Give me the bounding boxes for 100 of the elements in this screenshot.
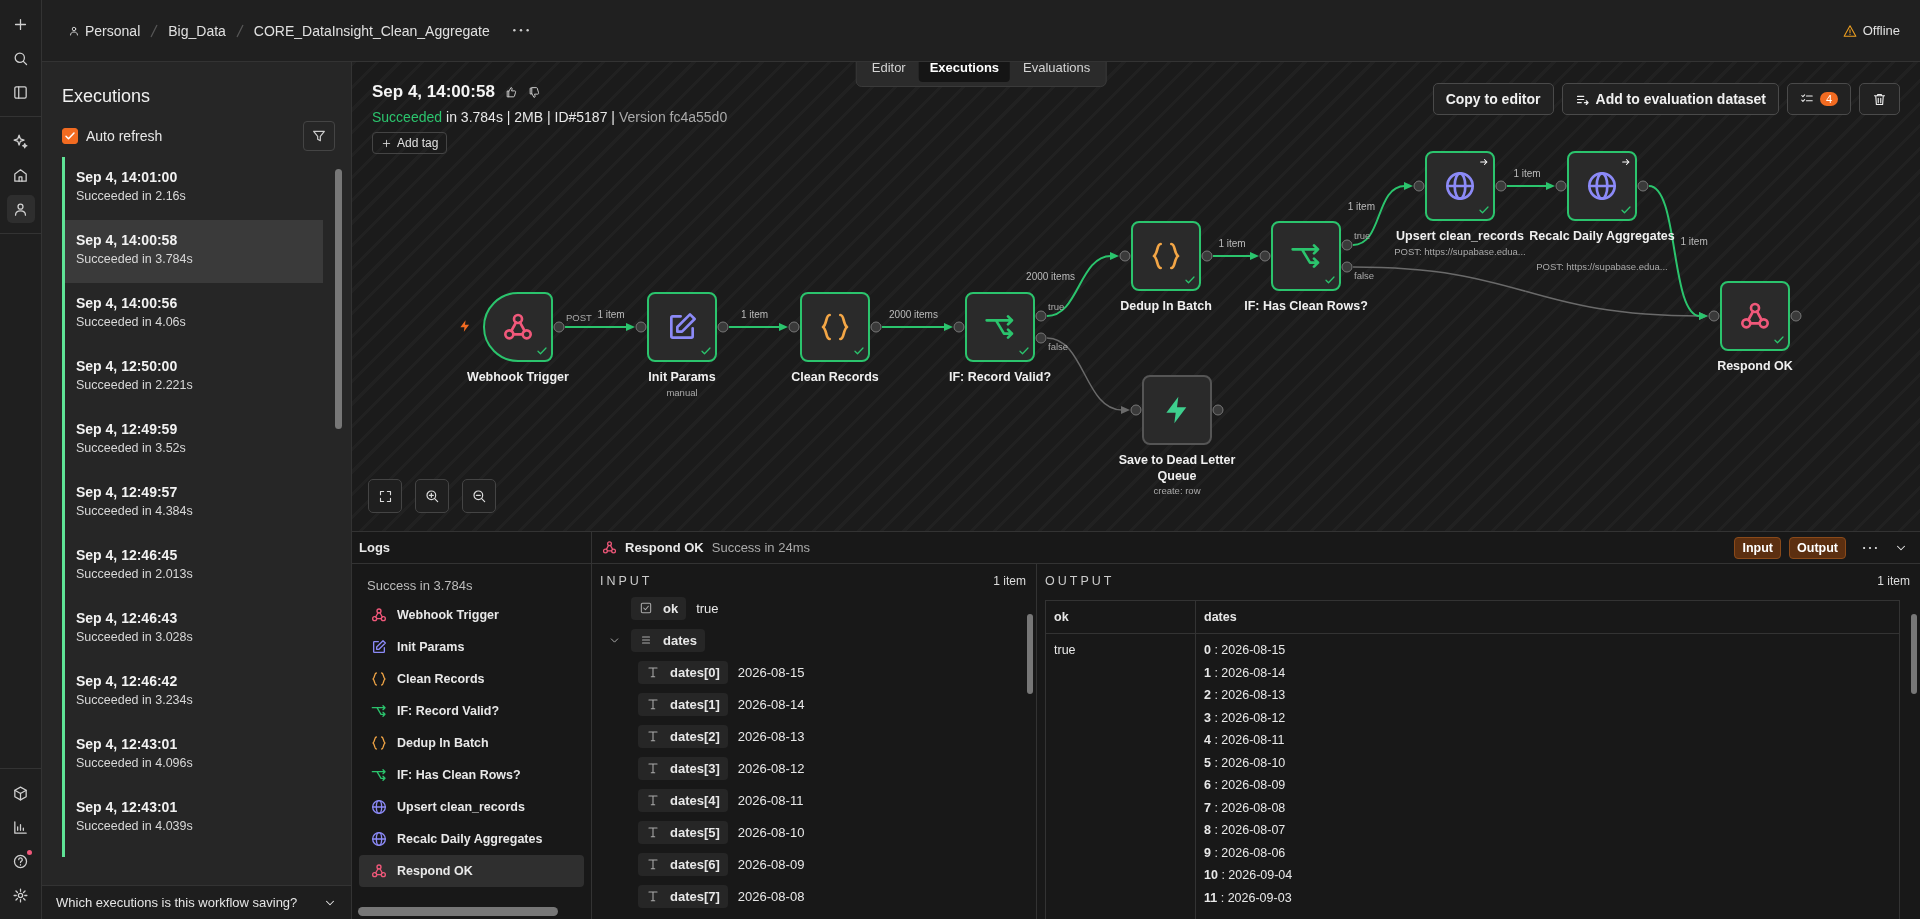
- connection-handle[interactable]: [1119, 250, 1131, 262]
- webhook-icon: [371, 607, 387, 623]
- connection-handle[interactable]: [1708, 310, 1720, 322]
- connection-handle[interactable]: [1637, 180, 1649, 192]
- settings-icon: [12, 886, 29, 904]
- execution-item[interactable]: Sep 4, 12:46:42 Succeeded in 3.234s: [65, 661, 323, 724]
- item-count: 1 item: [993, 574, 1026, 588]
- log-entry[interactable]: Upsert clean_records: [359, 791, 584, 823]
- log-entry[interactable]: IF: Record Valid?: [359, 695, 584, 727]
- connection-handle[interactable]: [717, 321, 729, 333]
- connection-handle[interactable]: [1035, 332, 1047, 344]
- connection-handle[interactable]: [1259, 250, 1271, 262]
- log-entry[interactable]: Dedup In Batch: [359, 727, 584, 759]
- workflow-node[interactable]: [1720, 281, 1790, 351]
- connection-handle[interactable]: [870, 321, 882, 333]
- field-key: ok: [663, 600, 679, 616]
- workflow-name[interactable]: CORE_DataInsight_Clean_Aggregate: [253, 22, 490, 39]
- connection-handle[interactable]: [1413, 180, 1425, 192]
- add-tag-button[interactable]: Add tag: [372, 132, 448, 154]
- workflow-node[interactable]: [1425, 151, 1495, 221]
- execution-item[interactable]: Sep 4, 12:46:45 Succeeded in 2.013s: [65, 535, 323, 598]
- workflow-node[interactable]: [1131, 221, 1201, 291]
- node-subtitle: POST: https://supabase.edua...: [1535, 261, 1669, 273]
- sidebar-icon: [12, 83, 29, 101]
- connection-handle[interactable]: [553, 321, 565, 333]
- field-key: dates[4]: [670, 792, 720, 808]
- column-header: dates: [1195, 600, 1900, 634]
- node-name: Respond OK: [625, 540, 704, 555]
- connection-handle[interactable]: [1130, 404, 1142, 416]
- text-type-icon: [646, 889, 660, 903]
- execution-item[interactable]: Sep 4, 14:01:00 Succeeded in 2.16s: [65, 157, 323, 220]
- workflow-node[interactable]: [1567, 151, 1637, 221]
- log-entry[interactable]: Init Params: [359, 631, 584, 663]
- add-to-dataset-button[interactable]: Add to evaluation dataset: [1561, 83, 1779, 115]
- log-entry[interactable]: Clean Records: [359, 663, 584, 695]
- zoom-out-button[interactable]: [462, 479, 496, 513]
- node-label: Dedup In Batch: [1119, 299, 1213, 315]
- log-entry[interactable]: Webhook Trigger: [359, 599, 584, 631]
- connection-handle[interactable]: [635, 321, 647, 333]
- execution-item[interactable]: Sep 4, 14:00:56 Succeeded in 4.06s: [65, 283, 323, 346]
- connection-label: 1 item: [597, 309, 625, 320]
- copy-to-editor-button[interactable]: Copy to editor: [1432, 83, 1554, 115]
- connection-handle[interactable]: [788, 321, 800, 333]
- tab[interactable]: Executions: [918, 62, 1011, 82]
- array-entry: 0 : 2026-08-15: [1204, 643, 1287, 659]
- check-icon: [1324, 274, 1336, 286]
- log-entry[interactable]: Recalc Daily Aggregates: [359, 823, 584, 855]
- slash-icon: [235, 23, 244, 38]
- log-entry[interactable]: IF: Has Clean Rows?: [359, 759, 584, 791]
- connection-handle[interactable]: [953, 321, 965, 333]
- panel-toggle-button[interactable]: Output: [1789, 536, 1846, 559]
- execution-item[interactable]: Sep 4, 12:46:43 Succeeded in 3.028s: [65, 598, 323, 661]
- breadcrumb-link[interactable]: Personal: [85, 22, 141, 39]
- branch-icon: [371, 767, 387, 783]
- workflow-node[interactable]: [483, 292, 553, 362]
- connection-handle[interactable]: [1790, 310, 1802, 322]
- log-entry[interactable]: Respond OK: [359, 855, 584, 887]
- tab[interactable]: Editor: [860, 62, 917, 82]
- connection-handle[interactable]: [1212, 404, 1224, 416]
- boolean-type-icon: [639, 601, 653, 615]
- checkbox-label: Auto refresh: [86, 128, 163, 144]
- text-type-icon: [646, 857, 660, 871]
- saving-info-dropdown[interactable]: Which executions is this workflow saving?: [42, 885, 351, 919]
- rail-button[interactable]: [6, 195, 35, 223]
- panel-toggle-button[interactable]: Input: [1734, 536, 1782, 559]
- zoom-in-button[interactable]: [415, 479, 449, 513]
- field-value: 2026-08-14: [737, 696, 805, 712]
- chart-icon: [12, 818, 29, 836]
- connection-handle[interactable]: [1035, 310, 1047, 322]
- connection-handle[interactable]: [1495, 180, 1507, 192]
- webhook-icon: [602, 540, 617, 555]
- execution-item[interactable]: Sep 4, 12:50:00 Succeeded in 2.221s: [65, 346, 323, 409]
- workflow-node[interactable]: [965, 292, 1035, 362]
- execution-item[interactable]: Sep 4, 14:00:58 Succeeded in 3.784s: [65, 220, 323, 283]
- workflow-node[interactable]: [647, 292, 717, 362]
- workflow-node[interactable]: [1142, 375, 1212, 445]
- execution-item[interactable]: Sep 4, 12:49:59 Succeeded in 3.52s: [65, 409, 323, 472]
- execution-item[interactable]: Sep 4, 12:43:01 Succeeded in 4.039s: [65, 787, 323, 850]
- connection-handle[interactable]: [1341, 261, 1353, 273]
- workflow-node[interactable]: [1271, 221, 1341, 291]
- breadcrumb-link[interactable]: Big_Data: [168, 22, 226, 39]
- connection-handle[interactable]: [1555, 180, 1567, 192]
- connection-handle[interactable]: [1341, 239, 1353, 251]
- execution-item[interactable]: Sep 4, 12:43:01 Succeeded in 4.096s: [65, 724, 323, 787]
- field-value: 2026-08-15: [737, 664, 805, 680]
- connection-handle[interactable]: [1201, 250, 1213, 262]
- field-value: 2026-08-10: [737, 824, 805, 840]
- check-icon: [64, 130, 76, 142]
- filter-button[interactable]: [303, 121, 335, 151]
- help-icon: [12, 852, 29, 870]
- delete-button[interactable]: [1859, 83, 1900, 115]
- field-key: dates: [663, 632, 697, 648]
- panel-title: Executions: [61, 85, 152, 107]
- tab[interactable]: Evaluations: [1012, 62, 1102, 82]
- checkbox[interactable]: [62, 128, 78, 144]
- braces-icon: [371, 671, 387, 687]
- workflow-node[interactable]: [800, 292, 870, 362]
- fit-view-button[interactable]: [368, 479, 402, 513]
- run-summary: Success in 3.784s: [366, 577, 474, 595]
- execution-item[interactable]: Sep 4, 12:49:57 Succeeded in 4.384s: [65, 472, 323, 535]
